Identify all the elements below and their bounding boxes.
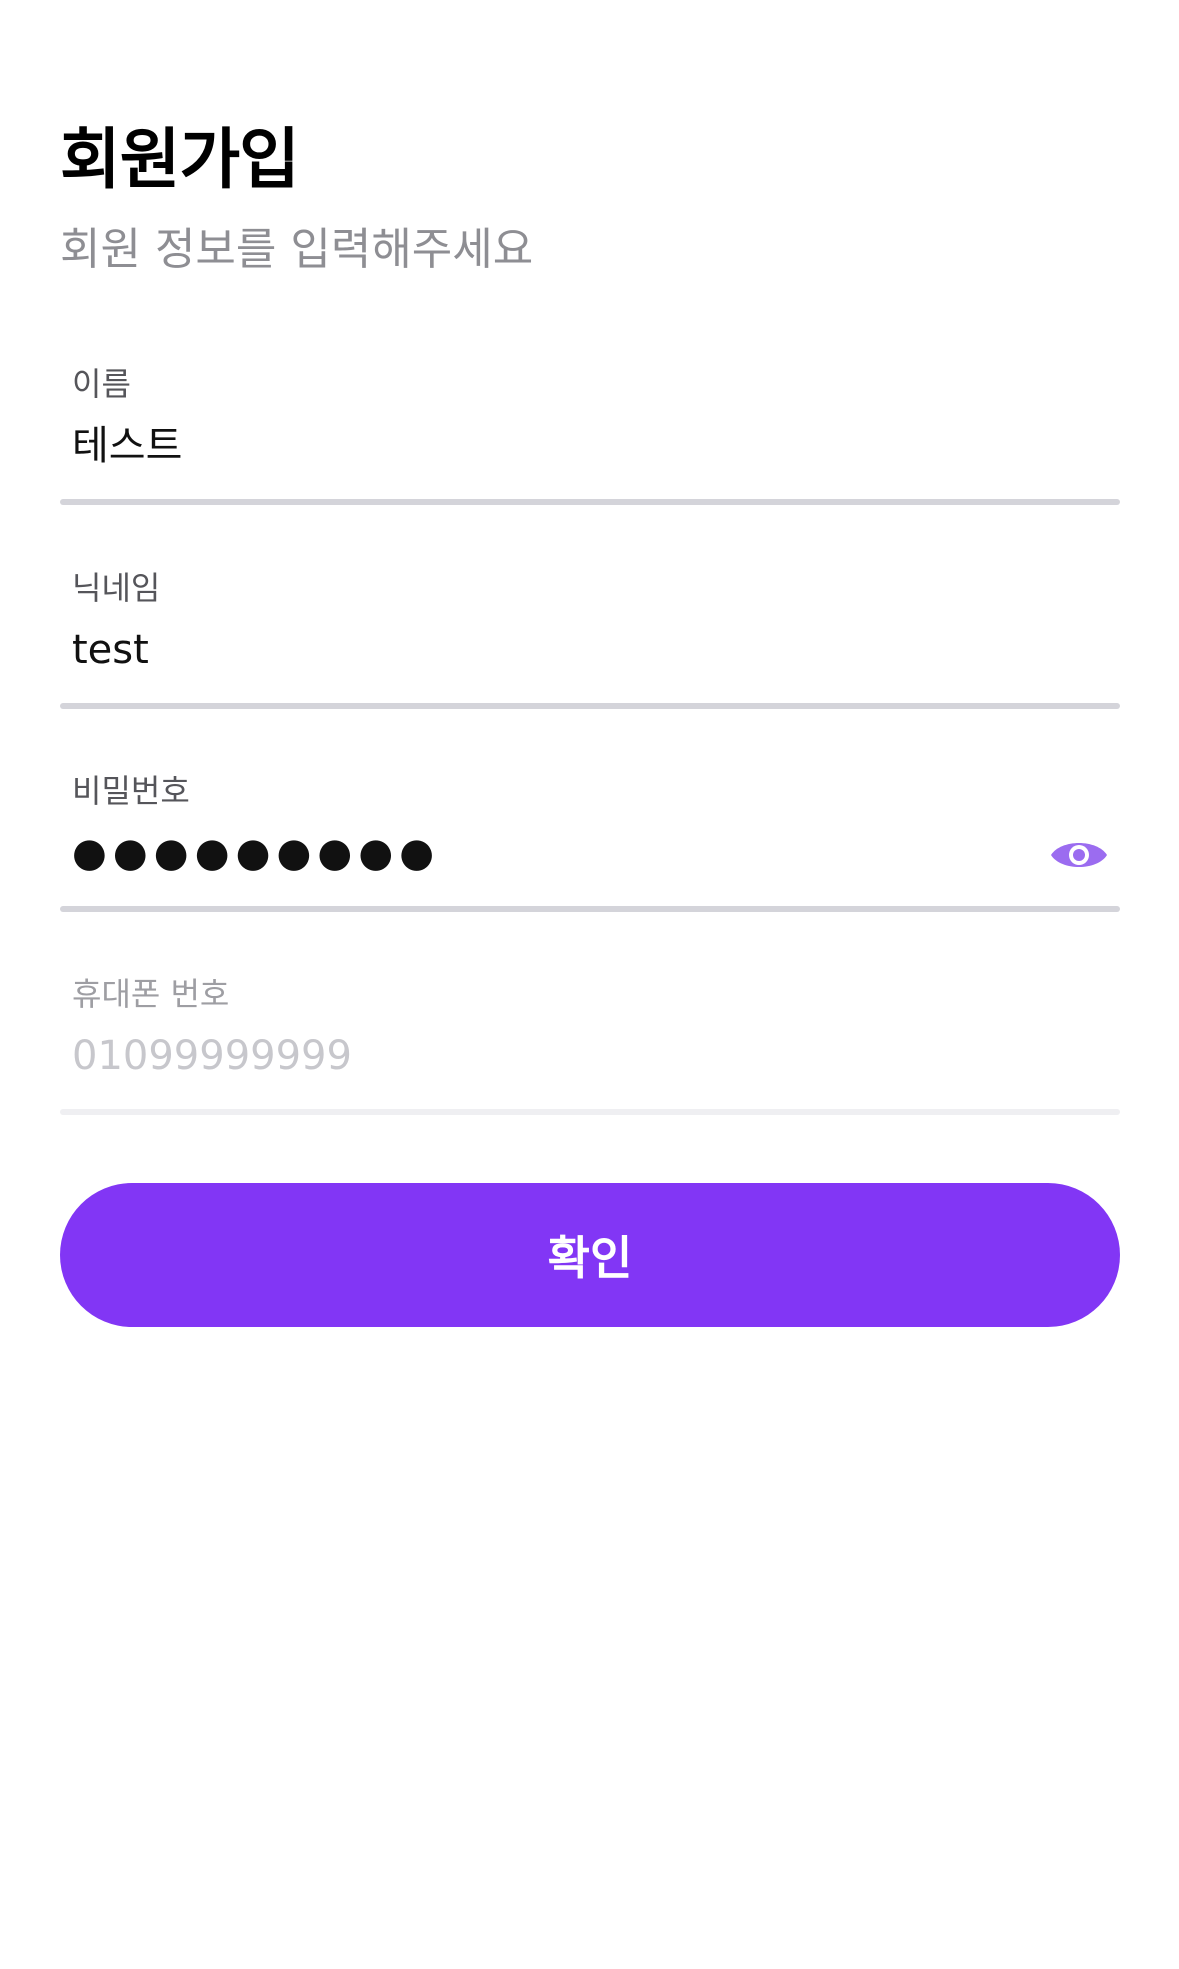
phone-input[interactable] <box>72 1024 1012 1088</box>
nickname-field: 닉네임 <box>60 566 1120 726</box>
eye-icon <box>1051 843 1107 867</box>
password-input[interactable] <box>72 821 1012 885</box>
phone-field: 휴대폰 번호 <box>60 972 1120 1132</box>
nickname-input[interactable] <box>72 618 1012 682</box>
name-field: 이름 <box>60 362 1120 522</box>
nickname-label: 닉네임 <box>72 569 161 607</box>
phone-label: 휴대폰 번호 <box>72 975 230 1013</box>
password-visibility-toggle[interactable] <box>1048 831 1110 879</box>
phone-underline <box>60 1109 1120 1115</box>
nickname-underline <box>60 703 1120 709</box>
name-underline <box>60 499 1120 505</box>
password-underline <box>60 906 1120 912</box>
page-subtitle: 회원 정보를 입력해주세요 <box>60 224 534 275</box>
signup-screen: 회원가입 회원 정보를 입력해주세요 이름 닉네임 비밀번호 휴대폰 번호 확인 <box>0 0 1179 1969</box>
confirm-button[interactable]: 확인 <box>60 1183 1120 1327</box>
password-label: 비밀번호 <box>72 772 190 810</box>
name-label: 이름 <box>72 365 131 403</box>
password-field: 비밀번호 <box>60 769 1120 929</box>
page-title: 회원가입 <box>60 121 300 198</box>
name-input[interactable] <box>72 414 1012 478</box>
